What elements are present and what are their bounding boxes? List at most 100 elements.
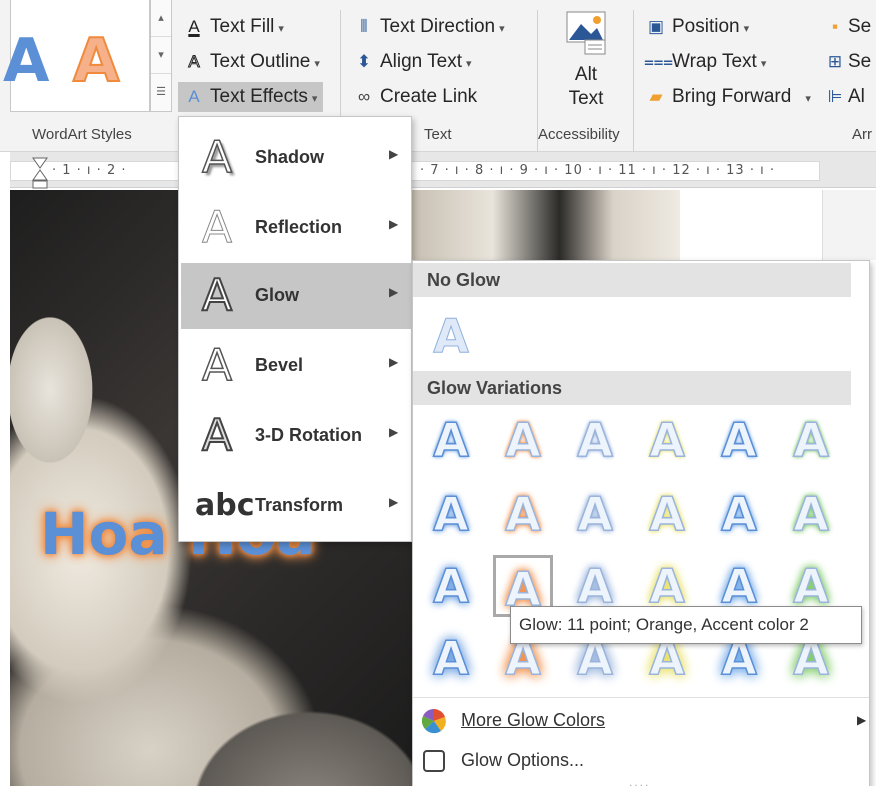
ribbon: A A ▴ ▾ ☰ A Text Fill ▾ A Text Outline ▾ A Te… bbox=[0, 0, 884, 152]
glow-variation-option[interactable]: A bbox=[421, 409, 481, 471]
group-label-accessibility: Accessibility bbox=[538, 126, 620, 143]
frame-bottom bbox=[0, 786, 884, 792]
position-label: Position bbox=[672, 16, 740, 37]
alt-text-button[interactable]: Alt Text bbox=[548, 10, 624, 122]
selection-pane-label: Se bbox=[848, 16, 872, 37]
indent-marker-icon[interactable] bbox=[32, 156, 48, 190]
text-direction-icon: ⫴ bbox=[360, 17, 368, 36]
glow-variation-option[interactable]: A bbox=[421, 555, 481, 617]
group-label-arrange: Arr bbox=[852, 126, 872, 143]
glow-variation-option[interactable]: A bbox=[421, 483, 481, 545]
menu-divider bbox=[413, 697, 869, 698]
glow-variation-option[interactable]: A bbox=[493, 409, 553, 471]
text-direction-button[interactable]: ⫴ Text Direction ▾ bbox=[352, 12, 504, 42]
align-text-button[interactable]: ⬍ Align Text ▾ bbox=[352, 47, 472, 77]
no-glow-option[interactable]: A bbox=[421, 305, 481, 367]
text-outline-button[interactable]: A Text Outline ▾ bbox=[182, 47, 320, 77]
glow-variations-header: Glow Variations bbox=[413, 371, 851, 405]
menu-item-reflection[interactable]: A Reflection ▶ bbox=[181, 195, 411, 261]
document-margin bbox=[822, 190, 884, 260]
chevron-right-icon: ▶ bbox=[389, 355, 399, 369]
shadow-icon: A bbox=[201, 132, 233, 183]
create-link-button[interactable]: ∞ Create Link bbox=[352, 82, 477, 112]
glow-variation-option[interactable]: A bbox=[781, 483, 841, 545]
bring-forward-button[interactable]: ▰ Bring Forward ▾ bbox=[644, 82, 810, 112]
group-divider bbox=[633, 10, 634, 152]
gallery-expand-icon[interactable]: ☰ bbox=[151, 74, 171, 111]
more-glow-colors-label: More Glow Colors bbox=[461, 710, 606, 730]
menu-item-transform[interactable]: abc Transform ▶ bbox=[181, 473, 411, 539]
selection-pane-button[interactable]: ▪ Se bbox=[826, 12, 871, 42]
more-glow-colors-item[interactable]: More Glow Colors ▶ bbox=[421, 701, 866, 739]
text-fill-label: Text Fill bbox=[210, 16, 275, 37]
text-fill-button[interactable]: A Text Fill ▾ bbox=[182, 12, 284, 42]
chevron-down-icon: ▾ bbox=[311, 93, 318, 105]
wordart-style-blue[interactable]: A bbox=[3, 26, 49, 96]
chevron-right-icon: ▶ bbox=[857, 713, 867, 727]
3d-rotation-icon: A bbox=[201, 410, 233, 461]
menu-item-shadow[interactable]: A Shadow ▶ bbox=[181, 125, 411, 191]
text-effects-menu: A Shadow ▶ A Reflection ▶ A Glow ▶ A Bev… bbox=[178, 116, 412, 542]
chevron-down-icon: ▾ bbox=[760, 58, 767, 70]
glow-options-item[interactable]: Glow Options... bbox=[421, 741, 861, 779]
menu-item-label: 3-D Rotation bbox=[255, 425, 362, 445]
glow-icon: A bbox=[201, 270, 233, 321]
align-button[interactable]: ⊫ Al bbox=[826, 82, 865, 112]
align-text-label: Align Text bbox=[380, 51, 463, 72]
glow-options-icon bbox=[423, 750, 445, 773]
glow-options-label: Glow Options... bbox=[461, 750, 585, 770]
text-effects-label: Text Effects bbox=[210, 86, 308, 107]
chevron-right-icon: ▶ bbox=[389, 495, 399, 509]
chevron-right-icon: ▶ bbox=[389, 425, 399, 439]
frame-right bbox=[876, 0, 884, 792]
chevron-right-icon: ▶ bbox=[389, 217, 399, 231]
glow-variation-option[interactable]: A bbox=[421, 627, 481, 689]
gallery-down-icon[interactable]: ▾ bbox=[151, 37, 171, 74]
chevron-right-icon: ▶ bbox=[389, 285, 399, 299]
glow-variation-option[interactable]: A bbox=[781, 409, 841, 471]
create-link-label: Create Link bbox=[380, 86, 478, 107]
chevron-down-icon: ▾ bbox=[314, 58, 320, 70]
gallery-up-icon[interactable]: ▴ bbox=[151, 0, 171, 37]
glow-variation-option[interactable]: A bbox=[709, 409, 769, 471]
text-outline-label: Text Outline bbox=[210, 51, 311, 72]
panda-photo-top[interactable] bbox=[412, 190, 680, 260]
align-text-icon: ⬍ bbox=[356, 52, 372, 71]
text-outline-icon: A bbox=[188, 52, 200, 72]
text-fill-icon: A bbox=[188, 17, 200, 36]
glow-variation-option[interactable]: A bbox=[565, 483, 625, 545]
bevel-icon: A bbox=[201, 340, 233, 391]
menu-item-glow[interactable]: A Glow ▶ bbox=[181, 263, 411, 329]
wordart-gallery[interactable]: A A bbox=[3, 0, 150, 112]
text-effects-button[interactable]: A Text Effects ▾ bbox=[178, 82, 324, 112]
wrap-text-button[interactable]: ⩶Wrap Text ▾ bbox=[644, 47, 766, 77]
glow-variation-option[interactable]: A bbox=[709, 483, 769, 545]
wrap-text-icon: ⩶ bbox=[644, 52, 674, 71]
position-button[interactable]: ▣ Position ▾ bbox=[644, 12, 749, 42]
ruler-numbers-right: · 7 · ı · 8 · ı · 9 · ı · 10 · ı · 11 · … bbox=[420, 163, 775, 178]
align-icon: ⊫ bbox=[827, 87, 843, 106]
chevron-down-icon: ▾ bbox=[743, 23, 750, 35]
position-icon: ▣ bbox=[647, 17, 665, 36]
reflection-icon: A bbox=[201, 202, 233, 253]
glow-variation-option[interactable]: A bbox=[637, 483, 697, 545]
text-direction-label: Text Direction bbox=[380, 16, 496, 37]
wordart-style-orange[interactable]: A bbox=[72, 25, 120, 97]
menu-item-label: Bevel bbox=[255, 355, 304, 375]
glow-variation-option[interactable]: A bbox=[493, 483, 553, 545]
select-icon: ⊞ bbox=[827, 52, 843, 71]
no-glow-header: No Glow bbox=[413, 263, 851, 297]
document-page[interactable] bbox=[680, 190, 822, 260]
menu-item-3d-rotation[interactable]: A 3-D Rotation ▶ bbox=[181, 403, 411, 469]
glow-variation-option[interactable]: A bbox=[637, 409, 697, 471]
select-button[interactable]: ⊞ Se bbox=[826, 47, 871, 77]
bring-forward-icon: ▰ bbox=[649, 87, 663, 106]
group-label-wordart: WordArt Styles bbox=[32, 126, 132, 143]
glow-variation-option[interactable]: A bbox=[565, 409, 625, 471]
chevron-right-icon: ▶ bbox=[389, 147, 399, 161]
gallery-scrollbar[interactable]: ▴ ▾ ☰ bbox=[150, 0, 172, 112]
menu-item-label: Reflection bbox=[255, 217, 343, 237]
menu-item-bevel[interactable]: A Bevel ▶ bbox=[181, 333, 411, 399]
frame-left bbox=[0, 152, 10, 188]
group-label-text: Text bbox=[424, 126, 452, 143]
